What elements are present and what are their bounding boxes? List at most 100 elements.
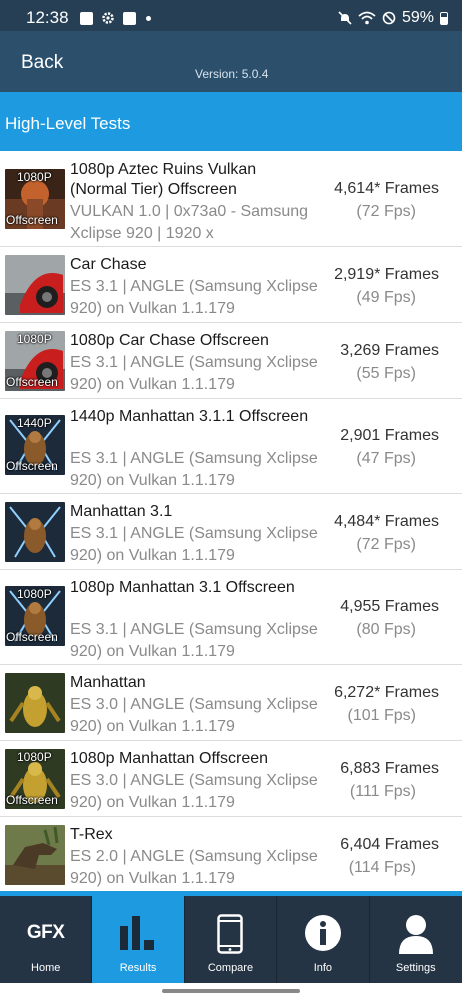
more-dot-icon	[146, 15, 151, 21]
thumb-offscreen-label: Offscreen	[6, 793, 58, 807]
manhattan-31-thumbnail-image	[5, 502, 65, 562]
nav-results[interactable]: Results	[92, 896, 185, 983]
nav-settings[interactable]: Settings	[370, 896, 462, 983]
trex-thumbnail-image	[5, 825, 65, 885]
bottom-nav: GFX Home Results Compare Info Settings	[0, 896, 462, 983]
thumb-offscreen-label: Offscreen	[6, 375, 58, 389]
test-thumbnail	[5, 502, 65, 562]
test-fps: (49 Fps)	[356, 289, 416, 306]
gesture-handle[interactable]	[162, 989, 300, 993]
thumb-resolution-label: 1080P	[17, 170, 52, 184]
result-row-manhattan-311-offscreen[interactable]: 1440P Offscreen 1440p Manhattan 3.1.1 Of…	[0, 399, 462, 494]
version-label: Version: 5.0.4	[195, 67, 269, 81]
result-row-car-chase[interactable]: Car Chase ES 3.1 | ANGLE (Samsung Xclips…	[0, 247, 462, 323]
test-name: 1080p Aztec Ruins Vulkan (Normal Tier) O…	[70, 161, 257, 198]
test-info: ES 3.1 | ANGLE (Samsung Xclipse 920) on …	[70, 525, 318, 564]
thumb-resolution-label: 1440P	[17, 416, 52, 430]
nav-label: Info	[313, 962, 333, 974]
mute-icon	[338, 11, 352, 25]
nav-label: Settings	[395, 962, 436, 974]
wifi-icon	[358, 11, 376, 25]
test-score: 6,883 Frames	[340, 760, 439, 777]
result-row-aztec-offscreen[interactable]: 1080P Offscreen 1080p Aztec Ruins Vulkan…	[0, 151, 462, 247]
test-thumbnail: 1080P Offscreen	[5, 331, 65, 391]
nav-home[interactable]: GFX Home	[0, 896, 93, 983]
test-fps: (55 Fps)	[356, 365, 416, 382]
gallery-icon	[123, 11, 136, 25]
nav-label: Compare	[207, 962, 254, 974]
thumb-offscreen-label: Offscreen	[6, 459, 58, 473]
test-name: 1440p Manhattan 3.1.1 Offscreen	[70, 408, 309, 425]
status-time: 12:38	[26, 8, 69, 27]
thumb-resolution-label: 1080P	[17, 750, 52, 764]
test-name: Manhattan 3.1	[70, 503, 173, 520]
nav-info[interactable]: Info	[277, 896, 370, 983]
notification-icons	[80, 11, 151, 25]
test-thumbnail: 1080P Offscreen	[5, 749, 65, 809]
test-name: 1080p Car Chase Offscreen	[70, 332, 269, 349]
test-info: ES 3.1 | ANGLE (Samsung Xclipse 920) on …	[70, 278, 318, 317]
thumb-resolution-label: 1080P	[17, 332, 52, 346]
test-thumbnail: 1080P Offscreen	[5, 586, 65, 646]
test-fps: (72 Fps)	[356, 203, 416, 220]
test-score: 4,614* Frames	[334, 180, 439, 197]
settings-gear-icon	[102, 12, 114, 24]
results-list[interactable]: 1080P Offscreen 1080p Aztec Ruins Vulkan…	[0, 151, 462, 895]
test-info: VULKAN 1.0 | 0x73a0 - Samsung Xclipse 92…	[70, 203, 309, 242]
test-fps: (114 Fps)	[348, 859, 416, 876]
test-fps: (111 Fps)	[349, 783, 416, 800]
result-row-manhattan-31[interactable]: Manhattan 3.1 ES 3.1 | ANGLE (Samsung Xc…	[0, 494, 462, 570]
info-icon	[304, 915, 341, 951]
test-fps: (72 Fps)	[356, 536, 416, 553]
nav-label: Home	[31, 962, 61, 974]
thumb-offscreen-label: Offscreen	[6, 213, 58, 227]
nav-label: Results	[119, 962, 157, 974]
result-row-trex[interactable]: T-Rex ES 2.0 | ANGLE (Samsung Xclipse 92…	[0, 817, 462, 893]
notification-p-icon	[80, 11, 93, 25]
test-score: 6,272* Frames	[334, 684, 439, 701]
user-icon	[398, 915, 433, 954]
status-bar: 12:38 59%	[0, 0, 462, 31]
thumb-resolution-label: 1080P	[17, 587, 52, 601]
test-info: ES 2.0 | ANGLE (Samsung Xclipse 920) on …	[70, 848, 318, 887]
test-fps: (80 Fps)	[356, 621, 416, 638]
result-row-manhattan[interactable]: Manhattan ES 3.0 | ANGLE (Samsung Xclips…	[0, 665, 462, 741]
test-score: 2,901 Frames	[340, 427, 439, 444]
test-thumbnail	[5, 825, 65, 885]
phone-icon	[217, 914, 244, 954]
test-score: 4,484* Frames	[334, 513, 439, 530]
result-row-car-chase-offscreen[interactable]: 1080P Offscreen 1080p Car Chase Offscree…	[0, 323, 462, 399]
app-header: Back Version: 5.0.4	[0, 31, 462, 92]
test-info: ES 3.1 | ANGLE (Samsung Xclipse 920) on …	[70, 621, 318, 660]
section-title: High-Level Tests	[5, 114, 131, 133]
car-chase-thumbnail-image	[5, 255, 65, 315]
do-not-disturb-icon	[382, 11, 396, 25]
test-name: T-Rex	[70, 826, 113, 843]
test-info: ES 3.0 | ANGLE (Samsung Xclipse 920) on …	[70, 696, 318, 735]
battery-icon	[440, 11, 448, 25]
back-button[interactable]: Back	[21, 52, 63, 74]
thumb-offscreen-label: Offscreen	[6, 630, 58, 644]
test-info: ES 3.1 | ANGLE (Samsung Xclipse 920) on …	[70, 450, 318, 489]
test-score: 3,269 Frames	[340, 342, 439, 359]
test-thumbnail: 1440P Offscreen	[5, 415, 65, 475]
nav-compare[interactable]: Compare	[185, 896, 278, 983]
result-row-manhattan-31-offscreen[interactable]: 1080P Offscreen 1080p Manhattan 3.1 Offs…	[0, 570, 462, 665]
test-info: ES 3.1 | ANGLE (Samsung Xclipse 920) on …	[70, 354, 318, 393]
gesture-bar-area	[0, 983, 462, 1000]
test-score: 4,955 Frames	[340, 598, 439, 615]
test-score: 6,404 Frames	[340, 836, 439, 853]
test-name: Manhattan	[70, 674, 146, 691]
gfx-logo-icon: GFX	[26, 922, 65, 943]
bar-chart-icon	[120, 916, 155, 950]
test-thumbnail	[5, 673, 65, 733]
test-info: ES 3.0 | ANGLE (Samsung Xclipse 920) on …	[70, 772, 318, 811]
result-row-manhattan-offscreen[interactable]: 1080P Offscreen 1080p Manhattan Offscree…	[0, 741, 462, 817]
test-name: Car Chase	[70, 256, 147, 273]
system-icons: 59%	[338, 9, 448, 27]
test-name: 1080p Manhattan Offscreen	[70, 750, 269, 767]
test-thumbnail	[5, 255, 65, 315]
test-fps: (101 Fps)	[347, 707, 416, 724]
test-thumbnail: 1080P Offscreen	[5, 169, 65, 229]
battery-percent: 59%	[401, 9, 434, 26]
